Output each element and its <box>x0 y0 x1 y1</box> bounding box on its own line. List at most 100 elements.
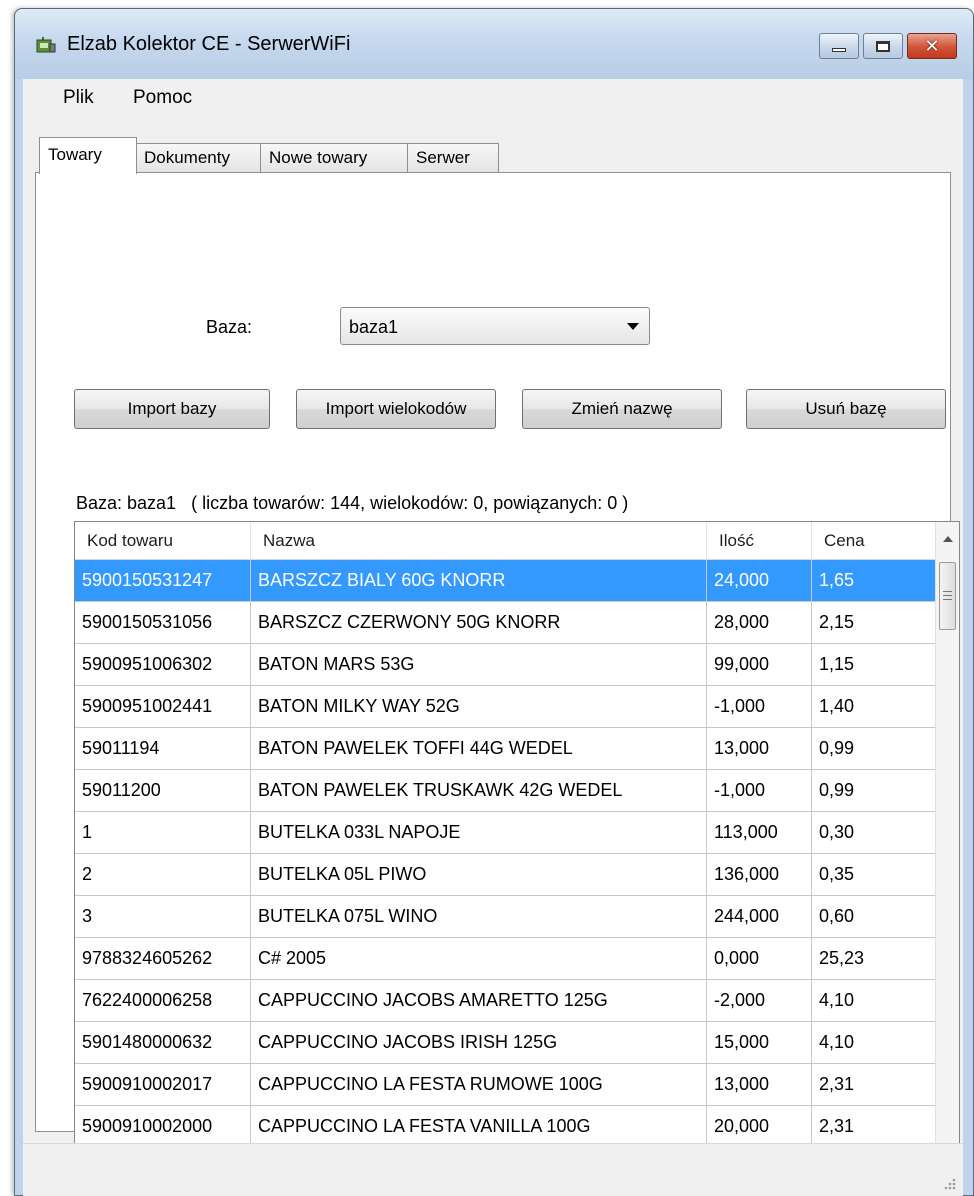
cell-cena: 1,40 <box>812 686 936 728</box>
cell-ilosc: 24,000 <box>707 560 812 602</box>
scroll-up-arrow-icon[interactable] <box>943 536 953 542</box>
title-bar[interactable]: Elzab Kolektor CE - SerwerWiFi ✕ <box>15 9 973 79</box>
zmien-nazwe-button[interactable]: Zmień nazwę <box>522 389 722 429</box>
cell-kod: 59011200 <box>75 770 251 812</box>
menu-bar: Plik Pomoc <box>23 79 963 119</box>
cell-ilosc: -2,000 <box>707 980 812 1022</box>
table-row[interactable]: 1 BUTELKA 033L NAPOJE 113,000 0,30 <box>75 812 936 854</box>
cell-kod: 5900951002441 <box>75 686 251 728</box>
baza-info-text: Baza: baza1 ( liczba towarów: 144, wielo… <box>76 493 629 513</box>
cell-cena: 25,23 <box>812 938 936 980</box>
cell-nazwa: BATON MARS 53G <box>251 644 707 686</box>
minimize-icon <box>832 48 846 52</box>
cell-nazwa: CAPPUCCINO JACOBS AMARETTO 125G <box>251 980 707 1022</box>
cell-kod: 2 <box>75 854 251 896</box>
towary-tab-panel: Baza: baza1 Import bazy Import wielokodó… <box>35 172 960 1196</box>
cell-ilosc: 113,000 <box>707 812 812 854</box>
cell-kod: 5900150531247 <box>75 560 251 602</box>
cell-nazwa: BUTELKA 033L NAPOJE <box>251 812 707 854</box>
kolektor-app-icon <box>36 37 56 53</box>
menu-plik[interactable]: Plik <box>55 87 102 109</box>
cell-nazwa: CAPPUCCINO LA FESTA VANILLA 100G <box>251 1106 707 1148</box>
cell-kod: 1 <box>75 812 251 854</box>
baza-select[interactable]: baza1 <box>340 307 650 345</box>
import-wielokodow-button[interactable]: Import wielokodów <box>296 389 496 429</box>
cell-kod: 59011194 <box>75 728 251 770</box>
close-icon: ✕ <box>924 35 940 57</box>
table-row[interactable]: 9788324605262 C# 2005 0,000 25,23 <box>75 938 936 980</box>
cell-ilosc: 13,000 <box>707 1064 812 1106</box>
cell-ilosc: 99,000 <box>707 644 812 686</box>
table-row[interactable]: 59011194 BATON PAWELEK TOFFI 44G WEDEL 13,… <box>75 728 936 770</box>
cell-ilosc: 28,000 <box>707 602 812 644</box>
cell-nazwa: BATON PAWELEK TOFFI 44G WEDEL <box>251 728 707 770</box>
minimize-button[interactable] <box>819 33 859 59</box>
cell-kod: 5900150531056 <box>75 602 251 644</box>
close-button[interactable]: ✕ <box>907 33 957 59</box>
tab-towary[interactable]: Towary <box>39 137 137 174</box>
cell-cena: 0,30 <box>812 812 936 854</box>
maximize-button[interactable] <box>863 33 903 59</box>
towary-grid[interactable]: Kod towaru Nazwa Ilość Cena 590015053124… <box>74 521 960 1196</box>
table-row[interactable]: 5900951002441 BATON MILKY WAY 52G -1,000 1,… <box>75 686 936 728</box>
menu-pomoc[interactable]: Pomoc <box>125 87 200 109</box>
baza-label: Baza: <box>206 317 253 337</box>
vertical-scrollbar[interactable] <box>935 522 959 1196</box>
cell-cena: 0,35 <box>812 854 936 896</box>
cell-nazwa: C# 2005 <box>251 938 707 980</box>
cell-nazwa: BUTELKA 075L WINO <box>251 896 707 938</box>
cell-nazwa: CAPPUCCINO JACOBS IRISH 125G <box>251 1022 707 1064</box>
cell-ilosc: -1,000 <box>707 770 812 812</box>
table-row[interactable]: 5901480000632 CAPPUCCINO JACOBS IRISH 125… <box>75 1022 936 1064</box>
table-row[interactable]: 5900150531247 BARSZCZ BIALY 60G KNORR 24,0… <box>75 560 936 602</box>
cell-cena: 1,15 <box>812 644 936 686</box>
cell-cena: 2,15 <box>812 602 936 644</box>
cell-cena: 2,31 <box>812 1064 936 1106</box>
column-header-ilosc[interactable]: Ilość <box>707 522 812 560</box>
table-row[interactable]: 7622400006258 CAPPUCCINO JACOBS AMARETTO … <box>75 980 936 1022</box>
baza-select-value: baza1 <box>349 317 399 337</box>
resize-grip-icon[interactable] <box>941 1175 957 1191</box>
cell-kod: 5900910002017 <box>75 1064 251 1106</box>
cell-nazwa: CAPPUCCINO LA FESTA RUMOWE 100G <box>251 1064 707 1106</box>
grip-icon <box>943 591 952 600</box>
table-row[interactable]: 2 BUTELKA 05L PIWO 136,000 0,35 <box>75 854 936 896</box>
window-client-area: Plik Pomoc Towary Dokumenty Nowe towary … <box>23 79 963 1196</box>
cell-ilosc: 136,000 <box>707 854 812 896</box>
cell-cena: 0,60 <box>812 896 936 938</box>
tab-serwer[interactable]: Serwer <box>407 143 499 173</box>
cell-cena: 0,99 <box>812 770 936 812</box>
cell-kod: 7622400006258 <box>75 980 251 1022</box>
window-title: Elzab Kolektor CE - SerwerWiFi <box>67 33 351 55</box>
cell-kod: 5901480000632 <box>75 1022 251 1064</box>
tab-nowe-towary[interactable]: Nowe towary <box>260 143 408 173</box>
table-row[interactable]: 5900951006302 BATON MARS 53G 99,000 1,15 <box>75 644 936 686</box>
column-header-nazwa[interactable]: Nazwa <box>251 522 707 560</box>
cell-kod: 9788324605262 <box>75 938 251 980</box>
maximize-icon <box>876 40 890 52</box>
import-bazy-button[interactable]: Import bazy <box>74 389 270 429</box>
table-row[interactable]: 5900150531056 BARSZCZ CZERWONY 50G KNORR 2… <box>75 602 936 644</box>
scroll-thumb[interactable] <box>939 562 956 630</box>
app-window: Elzab Kolektor CE - SerwerWiFi ✕ Plik Po… <box>14 8 974 1196</box>
caption-buttons: ✕ <box>815 33 957 59</box>
status-bar <box>23 1143 963 1196</box>
column-header-kod[interactable]: Kod towaru <box>75 522 251 560</box>
chevron-down-icon <box>627 323 639 330</box>
cell-ilosc: 244,000 <box>707 896 812 938</box>
cell-kod: 5900910002000 <box>75 1106 251 1148</box>
table-row[interactable]: 59011200 BATON PAWELEK TRUSKAWK 42G WEDEL… <box>75 770 936 812</box>
table-row[interactable]: 5900910002017 CAPPUCCINO LA FESTA RUMOWE … <box>75 1064 936 1106</box>
table-row[interactable]: 3 BUTELKA 075L WINO 244,000 0,60 <box>75 896 936 938</box>
usun-baze-button[interactable]: Usuń bazę <box>746 389 946 429</box>
cell-cena: 2,31 <box>812 1106 936 1148</box>
cell-ilosc: 0,000 <box>707 938 812 980</box>
cell-cena: 4,10 <box>812 980 936 1022</box>
table-row[interactable]: 5900910002000 CAPPUCCINO LA FESTA VANILLA… <box>75 1106 936 1148</box>
column-header-cena[interactable]: Cena <box>812 522 936 560</box>
cell-ilosc: -1,000 <box>707 686 812 728</box>
cell-cena: 1,65 <box>812 560 936 602</box>
cell-ilosc: 13,000 <box>707 728 812 770</box>
tab-dokumenty[interactable]: Dokumenty <box>135 143 261 173</box>
cell-kod: 5900951006302 <box>75 644 251 686</box>
